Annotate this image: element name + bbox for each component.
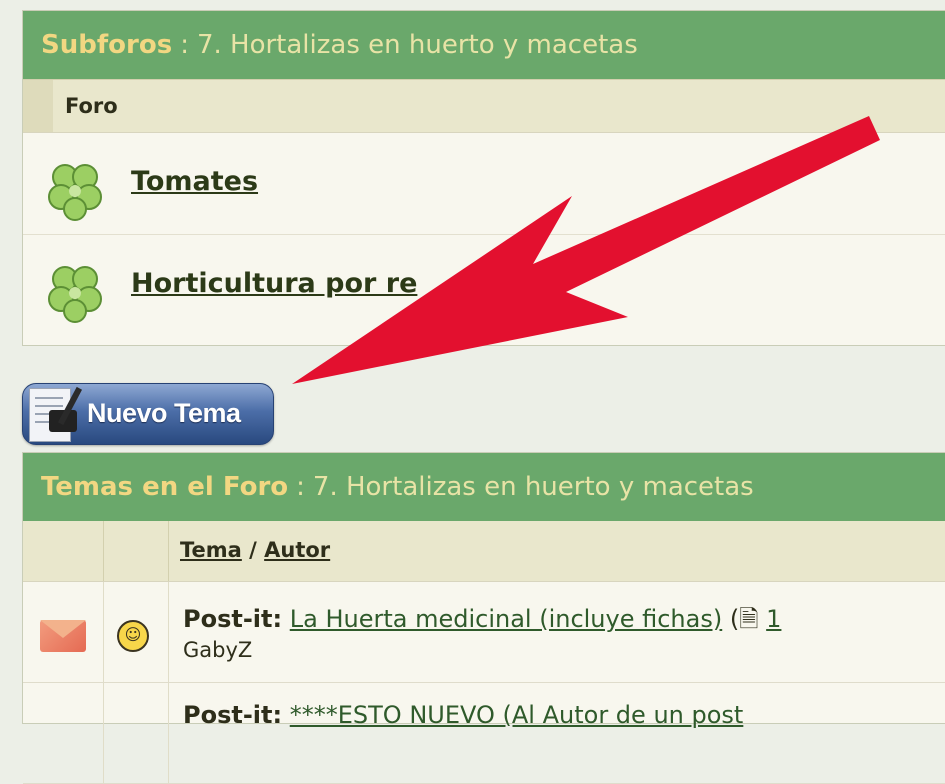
subforum-row: Tomates bbox=[23, 133, 945, 235]
topic-author[interactable]: GabyZ bbox=[183, 638, 252, 662]
subforum-link-horticultura[interactable]: Horticultura por re bbox=[131, 268, 417, 299]
envelope-icon bbox=[40, 620, 86, 652]
topic-page-link[interactable]: 1 bbox=[766, 605, 781, 633]
topic-link[interactable]: La Huerta medicinal (incluye fichas) bbox=[290, 605, 722, 633]
subforums-title: Subforos bbox=[41, 30, 173, 60]
column-icon bbox=[104, 521, 169, 581]
sort-by-author-link[interactable]: Autor bbox=[264, 538, 330, 562]
column-slash: / bbox=[249, 538, 257, 562]
topic-icon-cell: ☺ bbox=[104, 582, 169, 682]
topics-header: Temas en el Foro : 7. Hortalizas en huer… bbox=[23, 453, 945, 521]
subforum-link-tomates[interactable]: Tomates bbox=[131, 166, 258, 197]
topics-title: Temas en el Foro bbox=[41, 472, 289, 502]
subforum-row: Horticultura por re bbox=[23, 235, 945, 336]
topic-meta-open: ( bbox=[722, 605, 740, 633]
topic-status-cell bbox=[23, 582, 104, 682]
column-status bbox=[23, 521, 104, 581]
subforums-separator: : bbox=[180, 30, 189, 60]
subforums-panel: Subforos : 7. Hortalizas en huerto y mac… bbox=[22, 10, 945, 346]
new-topic-button[interactable]: Nuevo Tema bbox=[22, 383, 274, 445]
pages-icon: 🗎 bbox=[739, 605, 759, 633]
topic-prefix: Post-it: bbox=[183, 605, 283, 633]
subforums-header: Subforos : 7. Hortalizas en huerto y mac… bbox=[23, 11, 945, 79]
topic-row: Post-it: ****ESTO NUEVO (Al Autor de un … bbox=[23, 683, 945, 784]
topics-column-header: Tema / Autor bbox=[23, 521, 945, 582]
column-gutter bbox=[23, 80, 53, 132]
topics-forum-name: 7. Hortalizas en huerto y macetas bbox=[312, 472, 754, 502]
topic-icon-cell bbox=[104, 683, 169, 783]
topic-link[interactable]: ****ESTO NUEVO (Al Autor de un post bbox=[290, 701, 744, 729]
topics-panel: Temas en el Foro : 7. Hortalizas en huer… bbox=[22, 452, 945, 784]
topics-separator: : bbox=[296, 472, 305, 502]
sort-by-topic-link[interactable]: Tema bbox=[180, 538, 242, 562]
column-label-foro: Foro bbox=[65, 94, 118, 118]
column-label-topic-author: Tema / Autor bbox=[180, 538, 330, 562]
new-topic-label: Nuevo Tema bbox=[87, 398, 241, 428]
topic-status-cell bbox=[23, 683, 104, 783]
subforums-column-header: Foro bbox=[23, 79, 945, 133]
topic-title-line: Post-it: La Huerta medicinal (incluye fi… bbox=[183, 602, 781, 643]
subforums-forum-name: 7. Hortalizas en huerto y macetas bbox=[196, 30, 638, 60]
clover-icon bbox=[48, 266, 102, 323]
topic-row: ☺ Post-it: La Huerta medicinal (incluye … bbox=[23, 582, 945, 683]
topic-prefix: Post-it: bbox=[183, 701, 283, 729]
grin-icon: ☺ bbox=[117, 620, 149, 652]
clover-icon bbox=[48, 164, 102, 221]
topic-title-line: Post-it: ****ESTO NUEVO (Al Autor de un … bbox=[183, 701, 743, 729]
